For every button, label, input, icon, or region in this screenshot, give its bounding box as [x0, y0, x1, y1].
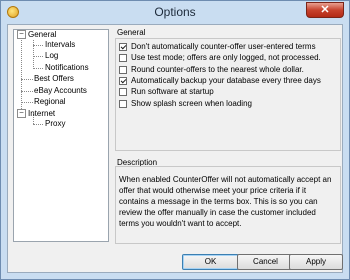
tree-connector	[21, 102, 33, 103]
tree-item-intervals[interactable]: Intervals	[45, 40, 75, 50]
option-round-counter-offers[interactable]: Round counter-offers to the nearest whol…	[119, 65, 304, 75]
tree-connector	[33, 56, 43, 57]
tree-connector	[21, 40, 22, 115]
tree-connector	[33, 68, 43, 69]
window-title: Options	[154, 5, 196, 19]
checkbox[interactable]	[119, 100, 127, 108]
collapse-internet-icon[interactable]: −	[17, 109, 26, 118]
tree-connector	[33, 45, 43, 46]
tree-item-internet[interactable]: Internet	[28, 109, 55, 119]
close-button[interactable]: ✕	[306, 2, 344, 18]
tree-item-ebay-accounts[interactable]: eBay Accounts	[34, 86, 87, 96]
apply-button[interactable]: Apply	[289, 254, 343, 270]
option-label: Round counter-offers to the nearest whol…	[131, 65, 304, 74]
option-no-counter-user-terms[interactable]: Don't automatically counter-offer user-e…	[119, 42, 316, 52]
tree-item-best-offers[interactable]: Best Offers	[34, 74, 74, 84]
option-label: Don't automatically counter-offer user-e…	[131, 42, 316, 51]
description-box: When enabled CounterOffer will not autom…	[115, 166, 341, 244]
checkbox[interactable]	[119, 66, 127, 74]
option-label: Show splash screen when loading	[131, 99, 252, 108]
checkbox[interactable]	[119, 77, 127, 85]
option-run-at-startup[interactable]: Run software at startup	[119, 87, 214, 97]
tree-item-notifications[interactable]: Notifications	[45, 63, 89, 73]
collapse-general-icon[interactable]: −	[17, 30, 26, 39]
option-test-mode[interactable]: Use test mode; offers are only logged, n…	[119, 53, 321, 63]
option-label: Run software at startup	[131, 87, 214, 96]
tree-connector	[33, 124, 43, 125]
option-label: Use test mode; offers are only logged, n…	[131, 53, 321, 62]
description-text: When enabled CounterOffer will not autom…	[119, 175, 332, 228]
tree-connector	[21, 79, 33, 80]
checkbox[interactable]	[119, 88, 127, 96]
ok-button[interactable]: OK	[182, 254, 239, 270]
tree-item-regional[interactable]: Regional	[34, 97, 66, 107]
dialog-client-area: − General Intervals Log Notifications Be…	[7, 24, 343, 273]
category-tree[interactable]: − General Intervals Log Notifications Be…	[13, 29, 109, 242]
checkbox[interactable]	[119, 54, 127, 62]
title-bar[interactable]: Options ✕	[1, 1, 349, 23]
tree-item-general[interactable]: General	[28, 30, 56, 40]
general-options-box: Don't automatically counter-offer user-e…	[115, 38, 341, 151]
tree-item-log[interactable]: Log	[45, 51, 58, 61]
tree-connector	[21, 91, 33, 92]
cancel-button[interactable]: Cancel	[237, 254, 294, 270]
option-auto-backup[interactable]: Automatically backup your database every…	[119, 76, 321, 86]
option-label: Automatically backup your database every…	[131, 76, 321, 85]
option-show-splash[interactable]: Show splash screen when loading	[119, 99, 252, 109]
tree-item-proxy[interactable]: Proxy	[45, 119, 65, 129]
checkbox[interactable]	[119, 43, 127, 51]
general-heading: General	[117, 28, 146, 37]
options-window: Options ✕ − General Intervals Log Notifi…	[0, 0, 350, 280]
